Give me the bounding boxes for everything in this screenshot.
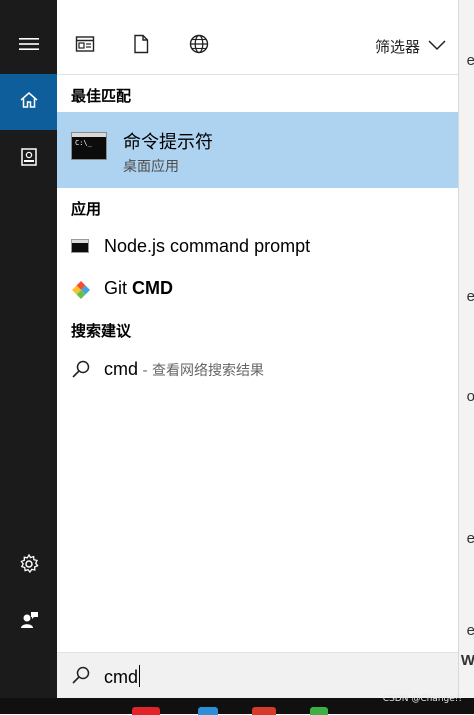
document-icon xyxy=(19,147,39,171)
best-match-result[interactable]: C:\_ 命令提示符 桌面应用 xyxy=(57,112,458,188)
app-result-label: Git CMD xyxy=(104,278,173,299)
feedback-button[interactable] xyxy=(0,594,57,650)
app-result-git-cmd[interactable]: Git CMD xyxy=(57,268,458,310)
app-label-match: CMD xyxy=(132,278,174,298)
best-match-title: 命令提示符 xyxy=(123,132,213,153)
best-match-subtitle: 桌面应用 xyxy=(123,159,179,175)
globe-icon xyxy=(189,34,209,58)
settings-gear-icon xyxy=(18,553,40,579)
search-icon xyxy=(71,665,93,687)
hamburger-menu-button[interactable] xyxy=(0,17,57,73)
background-text-fragment: e xyxy=(466,622,474,639)
text-caret xyxy=(139,665,141,687)
best-match-heading: 最佳匹配 xyxy=(71,87,132,105)
app-result-nodejs[interactable]: Node.js command prompt xyxy=(57,226,458,268)
suggestion-text: cmd - 查看网络搜索结果 xyxy=(104,359,264,380)
document-icon xyxy=(133,34,149,58)
documents-button[interactable] xyxy=(0,131,57,187)
search-top-bar: 筛选器 xyxy=(57,16,458,75)
chevron-down-icon xyxy=(428,37,446,55)
web-filter-button[interactable] xyxy=(187,34,211,58)
git-icon xyxy=(71,280,91,299)
suggestions-heading: 搜索建议 xyxy=(71,322,132,340)
app-result-label: Node.js command prompt xyxy=(104,236,311,256)
filter-dropdown[interactable]: 筛选器 xyxy=(375,34,446,58)
background-text-fragment: e xyxy=(466,530,474,547)
background-text-fragment: W xyxy=(460,652,474,669)
apps-heading: 应用 xyxy=(71,200,102,218)
search-icon xyxy=(71,359,91,378)
app-window-icon xyxy=(75,35,95,57)
search-input-value: cmd xyxy=(104,667,139,687)
settings-button[interactable] xyxy=(0,538,57,594)
background-text-fragment: e xyxy=(466,288,474,305)
suggestion-query: cmd xyxy=(104,359,139,379)
home-icon xyxy=(19,90,39,114)
feedback-person-icon xyxy=(19,610,39,634)
background-text-fragment: e xyxy=(466,52,474,69)
apps-filter-button[interactable] xyxy=(73,34,97,58)
node-console-icon xyxy=(71,239,89,253)
home-button[interactable] xyxy=(0,74,57,130)
web-suggestion-cmd[interactable]: cmd - 查看网络搜索结果 xyxy=(57,349,458,391)
background-text-fragment: o xyxy=(466,388,474,405)
suggestion-hint: - 查看网络搜索结果 xyxy=(138,363,264,379)
search-panel: 筛选器 最佳匹配 C:\_ 命令提示符 桌面应用 应用 Node.js comm… xyxy=(57,0,458,699)
command-prompt-icon: C:\_ xyxy=(71,132,107,160)
app-label-prefix: Git xyxy=(104,278,133,298)
left-rail xyxy=(0,0,57,698)
documents-filter-button[interactable] xyxy=(129,34,153,58)
hamburger-menu-icon xyxy=(18,36,39,55)
search-input[interactable]: cmd xyxy=(104,665,141,688)
search-box[interactable]: cmd xyxy=(57,652,458,699)
watermark-text: CSDN @Change!! xyxy=(382,694,462,704)
background-window: e e o e e W xyxy=(458,0,474,714)
filter-label: 筛选器 xyxy=(374,37,420,56)
